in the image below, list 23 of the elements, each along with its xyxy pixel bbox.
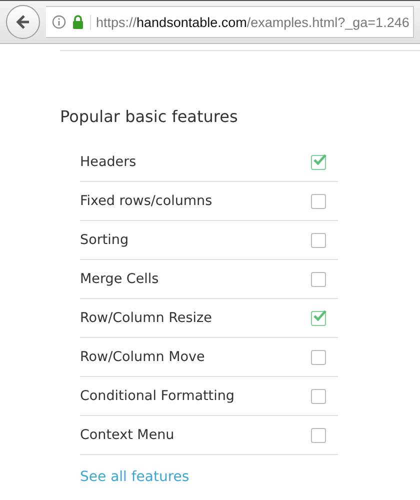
feature-label: Fixed rows/columns <box>80 193 212 209</box>
feature-label: Context Menu <box>80 427 174 443</box>
checkbox[interactable] <box>311 310 326 326</box>
address-bar[interactable]: https://handsontable.com/examples.html?_ga=1.246 <box>46 6 414 38</box>
checkbox[interactable] <box>311 272 326 286</box>
feature-label: Merge Cells <box>80 271 159 287</box>
feature-label: Headers <box>80 154 136 170</box>
checkbox[interactable] <box>311 232 326 248</box>
checkbox[interactable] <box>311 350 326 364</box>
checkbox[interactable] <box>311 388 326 404</box>
padlock-icon <box>72 15 84 29</box>
feature-label: Row/Column Resize <box>80 310 212 326</box>
checkbox[interactable] <box>311 428 326 442</box>
info-icon <box>52 15 66 29</box>
checkbox[interactable] <box>311 154 326 170</box>
feature-label: Conditional Formatting <box>80 388 234 404</box>
section-title: Popular basic features <box>60 107 239 126</box>
back-button[interactable] <box>6 5 40 39</box>
feature-label: Sorting <box>80 232 129 248</box>
back-arrow-icon <box>14 13 32 31</box>
feature-label: Row/Column Move <box>80 349 205 365</box>
checkbox[interactable] <box>311 194 326 208</box>
url-text: https://handsontable.com/examples.html?_ga=1.246 <box>90 14 410 30</box>
